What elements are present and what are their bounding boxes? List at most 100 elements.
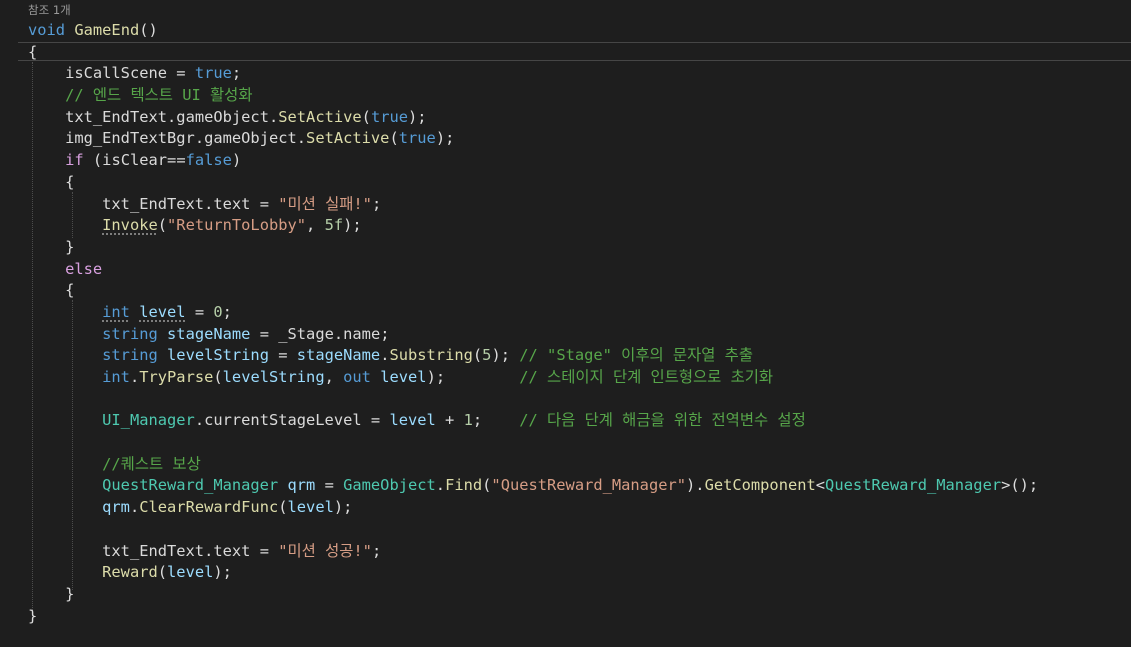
code-line[interactable]: else <box>28 259 1038 281</box>
code-line[interactable]: txt_EndText.gameObject.SetActive(true); <box>28 107 1038 129</box>
code-line[interactable]: QuestReward_Manager qrm = GameObject.Fin… <box>28 475 1038 497</box>
code-token: level <box>380 368 427 386</box>
code-line[interactable]: if (isClear==false) <box>28 150 1038 172</box>
code-line[interactable]: isCallScene = true; <box>28 63 1038 85</box>
code-token: , <box>306 216 325 235</box>
code-line[interactable]: txt_EndText.text = "미션 실패!"; <box>28 194 1038 216</box>
code-line[interactable]: } <box>28 584 1038 606</box>
code-token: ; <box>231 64 242 83</box>
code-token: = <box>361 411 390 430</box>
code-line[interactable]: { <box>28 172 1038 194</box>
code-token: = <box>250 194 279 213</box>
code-token: ); <box>426 368 520 386</box>
code-token: //퀘스트 보상 <box>102 454 201 473</box>
code-token: ; <box>371 194 382 213</box>
code-line[interactable]: { <box>28 280 1038 302</box>
code-token: qrm <box>102 498 130 517</box>
code-token: } <box>65 237 75 256</box>
code-token: levelString <box>222 368 325 386</box>
code-token: ( <box>157 563 168 582</box>
code-token: true <box>370 107 409 126</box>
code-token: 1 <box>463 411 473 430</box>
code-token: } <box>28 606 38 625</box>
code-line[interactable]: txt_EndText.text = "미션 성공!"; <box>28 541 1038 563</box>
code-token: level <box>167 563 214 582</box>
code-editor[interactable]: 참조 1개 void GameEnd(){ isCallScene = true… <box>0 0 1131 647</box>
code-token: "미션 성공!" <box>278 541 372 560</box>
code-token: true <box>194 64 232 83</box>
code-token: isClear <box>102 151 168 170</box>
code-lines[interactable]: void GameEnd(){ isCallScene = true; // 엔… <box>28 20 1038 627</box>
code-line[interactable]: void GameEnd() <box>28 20 1038 42</box>
code-line[interactable]: int level = 0; <box>28 302 1038 324</box>
code-token: = <box>250 541 279 560</box>
code-token: ); <box>408 107 427 126</box>
code-token: ); <box>213 563 232 582</box>
code-token: gameObject <box>176 107 269 126</box>
code-token: < <box>815 476 826 495</box>
code-token: string <box>102 324 158 343</box>
code-token: stageName <box>167 324 251 343</box>
code-token: txt_EndText <box>102 541 205 560</box>
code-line[interactable]: int.TryParse(levelString, out level); //… <box>28 367 1038 389</box>
code-token: string <box>102 346 158 365</box>
code-line[interactable]: } <box>28 606 1038 628</box>
code-line[interactable] <box>28 389 1038 411</box>
code-token: . <box>194 129 205 148</box>
code-token: = <box>250 324 279 343</box>
code-token: isCallScene <box>65 64 168 83</box>
code-token: "미션 실패!" <box>278 194 372 213</box>
code-token: = <box>268 346 297 365</box>
code-line[interactable]: Reward(level); <box>28 562 1038 584</box>
code-line[interactable]: img_EndTextBgr.gameObject.SetActive(true… <box>28 128 1038 150</box>
code-token: levelString <box>167 346 269 365</box>
code-token: txt_EndText <box>102 194 205 213</box>
code-line[interactable]: } <box>28 237 1038 259</box>
code-line[interactable] <box>28 432 1038 454</box>
code-token: "ReturnToLobby" <box>167 216 307 235</box>
code-line[interactable]: string stageName = _Stage.name; <box>28 324 1038 346</box>
code-token: ( <box>278 498 288 517</box>
code-line[interactable] <box>28 519 1038 541</box>
code-token: ); <box>333 498 353 517</box>
code-token: level <box>287 498 334 517</box>
code-token: _Stage <box>278 324 334 343</box>
code-line[interactable]: // 엔드 텍스트 UI 활성화 <box>28 85 1038 107</box>
code-line[interactable]: { <box>28 42 1038 64</box>
codelens-references[interactable]: 참조 1개 <box>28 3 71 17</box>
code-token: . <box>204 541 214 560</box>
code-token: Substring <box>389 346 473 365</box>
code-token: { <box>28 42 38 61</box>
code-token: txt_EndText <box>65 107 168 126</box>
code-token: // 다음 단계 해금을 위한 전역변수 설정 <box>519 411 806 430</box>
code-token: out <box>343 368 371 386</box>
code-line[interactable]: UI_Manager.currentStageLevel = level + 1… <box>28 410 1038 432</box>
code-token: + <box>435 411 464 430</box>
code-line[interactable]: //퀘스트 보상 <box>28 454 1038 476</box>
code-line[interactable]: string levelString = stageName.Substring… <box>28 345 1038 367</box>
code-token: = <box>315 476 344 495</box>
code-token: . <box>194 411 205 430</box>
code-token: () <box>139 21 158 39</box>
code-token: SetActive <box>278 107 362 126</box>
code-token: } <box>65 584 75 603</box>
code-line[interactable]: Invoke("ReturnToLobby", 5f); <box>28 215 1038 237</box>
code-line[interactable]: qrm.ClearRewardFunc(level); <box>28 497 1038 519</box>
